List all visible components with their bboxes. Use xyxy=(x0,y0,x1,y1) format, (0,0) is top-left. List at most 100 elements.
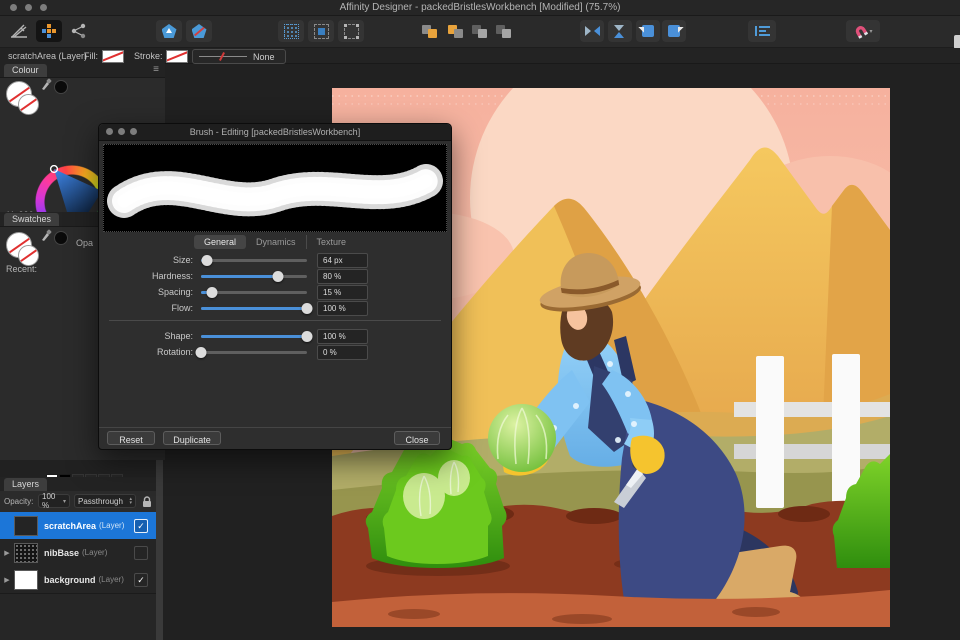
pixel-selection-fill-icon[interactable] xyxy=(308,20,334,42)
slider-row-flow: Flow: 100 % xyxy=(99,300,451,316)
tab-general[interactable]: General xyxy=(194,235,246,249)
slider-value-field[interactable]: 15 % xyxy=(317,285,368,300)
pentagon-glyph xyxy=(162,24,177,38)
titlebar: Affinity Designer - packedBristlesWorkbe… xyxy=(0,0,960,16)
move-forward-icon[interactable] xyxy=(418,20,440,42)
move-to-front-icon[interactable] xyxy=(468,20,490,42)
pixel-persona-icon[interactable] xyxy=(36,20,62,42)
tab-texture[interactable]: Texture xyxy=(306,235,357,249)
rotate-ccw-icon[interactable] xyxy=(636,20,660,42)
arrange-backward-glyph xyxy=(448,25,463,38)
slider-row-hardness: Hardness: 80 % xyxy=(99,268,451,284)
duplicate-button[interactable]: Duplicate xyxy=(163,431,221,445)
slider-knob[interactable] xyxy=(273,271,284,282)
layer-row-scratchArea[interactable]: scratchArea(Layer)✓ xyxy=(0,512,156,540)
layer-visibility-checkbox[interactable] xyxy=(134,546,148,560)
flip-v-glyph xyxy=(613,25,628,38)
fill-swatch[interactable] xyxy=(102,50,124,63)
blend-mode-dropdown[interactable]: Passthrough ▴▾ xyxy=(74,494,136,508)
pentagon-no-fill-icon[interactable] xyxy=(186,20,212,42)
align-bars-glyph xyxy=(755,26,770,36)
slider-track[interactable] xyxy=(201,259,307,262)
close-button-dialog[interactable]: Close xyxy=(394,431,440,445)
slider-row-spacing: Spacing: 15 % xyxy=(99,284,451,300)
tab-colour[interactable]: Colour xyxy=(4,64,47,77)
slider-value-field[interactable]: 100 % xyxy=(317,329,368,344)
place-image-icon[interactable] xyxy=(156,20,182,42)
stroke-colour-well[interactable] xyxy=(18,94,39,115)
dialog-titlebar[interactable]: Brush - Editing [packedBristlesWorkbench… xyxy=(99,124,451,141)
slider-value-field[interactable]: 0 % xyxy=(317,345,368,360)
arrange-forward-glyph xyxy=(422,25,437,38)
dashed-fill-glyph xyxy=(314,24,329,39)
slider-knob[interactable] xyxy=(202,255,213,266)
slider-row-rotation: Rotation: 0 % xyxy=(99,344,451,360)
toolbar-overflow-icon[interactable] xyxy=(954,35,960,49)
slider-track[interactable] xyxy=(201,291,307,294)
stroke-style-value: None xyxy=(253,52,275,62)
layer-row-nibBase[interactable]: ▶nibBase(Layer) xyxy=(0,539,156,567)
recent-label: Recent: xyxy=(6,264,37,274)
rotate-right-glyph xyxy=(668,25,680,37)
pentagon-slash-glyph xyxy=(192,24,207,38)
layer-visibility-checkbox[interactable]: ✓ xyxy=(134,519,148,533)
slider-value-field[interactable]: 64 px xyxy=(317,253,368,268)
lock-icon[interactable] xyxy=(142,496,152,508)
slider-knob[interactable] xyxy=(196,347,207,358)
move-backward-icon[interactable] xyxy=(444,20,466,42)
affinity-designer-window: Affinity Designer - packedBristlesWorkbe… xyxy=(0,0,960,640)
tab-layers[interactable]: Layers xyxy=(4,478,47,491)
slider-label: Rotation: xyxy=(99,347,193,357)
layer-type-suffix: (Layer) xyxy=(99,575,124,584)
layers-panel-header: Layers xyxy=(0,477,156,492)
slider-value-field[interactable]: 100 % xyxy=(317,301,368,316)
dialog-title: Brush - Editing [packedBristlesWorkbench… xyxy=(99,127,451,137)
stroke-swatch[interactable] xyxy=(166,50,188,63)
flip-horizontal-icon[interactable] xyxy=(580,20,604,42)
slider-label: Flow: xyxy=(99,303,193,313)
rotate-cw-icon[interactable] xyxy=(662,20,686,42)
tab-dynamics[interactable]: Dynamics xyxy=(246,235,306,249)
slider-row-shape: Shape:100 % xyxy=(99,328,451,344)
layer-row-background[interactable]: ▶background(Layer)✓ xyxy=(0,566,156,594)
move-to-back-icon[interactable] xyxy=(492,20,514,42)
slider-track[interactable] xyxy=(201,351,307,354)
brush-dialog-tabs: GeneralDynamicsTexture xyxy=(99,234,451,250)
slider-track[interactable] xyxy=(201,335,307,338)
vector-persona-icon[interactable] xyxy=(6,20,32,42)
slider-knob[interactable] xyxy=(302,331,313,342)
main-toolbar: ▾ xyxy=(0,16,960,48)
layer-expander-icon[interactable]: ▶ xyxy=(0,549,14,557)
brush-stroke-preview xyxy=(103,144,447,232)
swatches-stroke-well[interactable] xyxy=(18,245,39,266)
snapping-icon[interactable]: ▾ xyxy=(846,20,880,42)
stroke-style-control[interactable]: None xyxy=(192,49,286,64)
panel-menu-icon[interactable]: ≡ xyxy=(153,64,159,75)
node-frame-glyph xyxy=(344,24,359,39)
secondary-colour-dot[interactable] xyxy=(54,80,68,94)
layer-visibility-checkbox[interactable]: ✓ xyxy=(134,573,148,587)
swatches-eyedropper-icon[interactable] xyxy=(40,228,52,242)
swatches-secondary-dot[interactable] xyxy=(54,231,68,245)
tab-swatches[interactable]: Swatches xyxy=(4,213,59,226)
layers-opacity-dropdown[interactable]: 100 % ▾ xyxy=(38,494,70,508)
eyedropper-icon[interactable] xyxy=(40,77,52,91)
export-persona-icon[interactable] xyxy=(66,20,92,42)
slider-track[interactable] xyxy=(201,275,307,278)
pixel-selection-grid-icon[interactable] xyxy=(278,20,304,42)
slider-label: Spacing: xyxy=(99,287,193,297)
slider-value-field[interactable]: 80 % xyxy=(317,269,368,284)
reset-button[interactable]: Reset xyxy=(107,431,155,445)
fill-label: Fill: xyxy=(84,51,98,61)
slider-track[interactable] xyxy=(201,307,307,310)
layer-thumbnail xyxy=(14,570,38,590)
layer-expander-icon[interactable]: ▶ xyxy=(0,576,14,584)
transform-selection-icon[interactable] xyxy=(338,20,364,42)
swatches-opacity-label: Opa xyxy=(76,238,93,248)
slider-knob[interactable] xyxy=(302,303,313,314)
alignment-icon[interactable] xyxy=(748,20,776,42)
panel-resize-gutter[interactable] xyxy=(156,460,163,640)
slider-label: Hardness: xyxy=(99,271,193,281)
flip-vertical-icon[interactable] xyxy=(608,20,632,42)
slider-knob[interactable] xyxy=(206,287,217,298)
